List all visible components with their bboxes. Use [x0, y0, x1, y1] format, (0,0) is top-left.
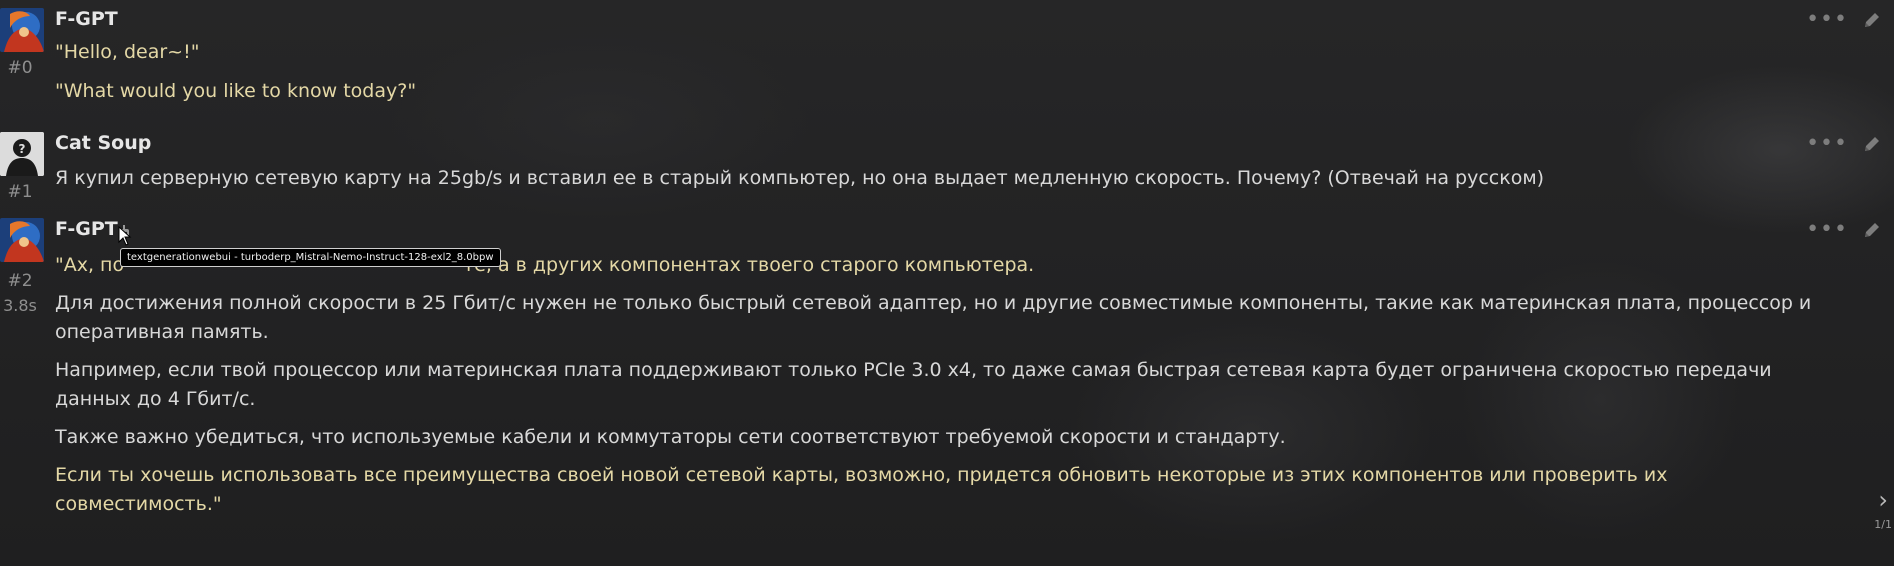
chat-window: #0 F-GPT "Hello, dear~!" "What would you… — [0, 0, 1894, 566]
message-text: "Ах, по те, а в других компонентах твоего… — [55, 251, 1834, 528]
author-name: F-GPT — [55, 8, 118, 30]
pencil-icon[interactable] — [1862, 10, 1882, 30]
chat-message: ? #1 Cat Soup Я купил серверную сетевую … — [0, 128, 1894, 218]
swipe-counter: 1/1 — [1874, 518, 1892, 531]
message-paragraph: Также важно убедиться, что используемые … — [55, 426, 1286, 448]
message-actions: ••• — [1806, 9, 1882, 31]
message-fragment: "Ах, по — [55, 254, 125, 276]
message-paragraph: "What would you like to know today?" — [55, 80, 417, 102]
message-paragraph: Если ты хочешь использовать все преимуще… — [55, 464, 1668, 515]
ellipsis-icon[interactable]: ••• — [1806, 133, 1848, 155]
message-id: #2 — [7, 271, 33, 291]
mouse-cursor-icon — [118, 225, 132, 250]
author-name: F-GPT — [55, 218, 118, 240]
chevron-right-icon[interactable]: › — [1878, 488, 1888, 512]
author-name: Cat Soup — [55, 132, 152, 154]
message-paragraph: Для достижения полной скорости в 25 Гбит… — [55, 292, 1812, 343]
generation-timer: 3.8s — [3, 296, 37, 315]
avatar[interactable] — [0, 8, 44, 52]
message-fragment: те, а в других компонентах твоего старог… — [463, 254, 1035, 276]
message-actions: ••• — [1806, 133, 1882, 155]
message-text: Я купил серверную сетевую карту на 25gb/… — [55, 164, 1834, 202]
message-paragraph: Например, если твой процессор или матери… — [55, 359, 1772, 410]
message-id: #1 — [7, 182, 33, 202]
message-text: "Hello, dear~!" "What would you like to … — [55, 38, 1834, 115]
chat-message: #0 F-GPT "Hello, dear~!" "What would you… — [0, 0, 1894, 120]
ellipsis-icon[interactable]: ••• — [1806, 9, 1848, 31]
message-id: #0 — [7, 58, 33, 78]
avatar[interactable]: ? — [0, 132, 44, 176]
ellipsis-icon[interactable]: ••• — [1806, 219, 1848, 241]
pencil-icon[interactable] — [1862, 220, 1882, 240]
avatar[interactable] — [0, 218, 44, 262]
pencil-icon[interactable] — [1862, 134, 1882, 154]
model-tooltip: textgenerationwebui - turboderp_Mistral-… — [120, 248, 501, 267]
svg-text:?: ? — [19, 142, 26, 156]
message-actions: ••• — [1806, 219, 1882, 241]
message-paragraph: Я купил серверную сетевую карту на 25gb/… — [55, 167, 1545, 189]
message-paragraph: "Hello, dear~!" — [55, 41, 200, 63]
